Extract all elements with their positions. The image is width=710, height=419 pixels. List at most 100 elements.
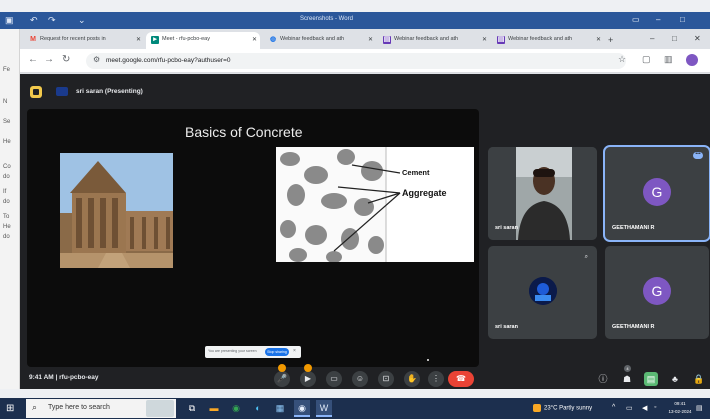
emoji-button[interactable]: ☺ bbox=[352, 371, 368, 387]
tab-gmail[interactable]: M Request for recent posts in ✕ bbox=[24, 32, 144, 49]
participant-tile[interactable]: sri saran bbox=[488, 147, 597, 240]
meet-control-bar: 9:41 AM | rfu-pcbo-eay 🎤 ▶ ▭ ☺ ⊡ ✋ ⋮ ☎ ⓘ… bbox=[20, 364, 710, 389]
edge-icon[interactable]: ◐ bbox=[250, 400, 266, 417]
word-title-bar: ▣ ↶ ↷ ⌄ Screenshots - Word ▭ – □ bbox=[0, 12, 710, 29]
tray-chevron-icon[interactable]: ^ bbox=[612, 404, 615, 411]
weather-widget[interactable]: 23°C Partly sunny bbox=[533, 404, 592, 412]
tab-label: Webinar feedback and ath bbox=[508, 36, 573, 42]
temple-photo bbox=[60, 153, 173, 268]
url-text: meet.google.com/rfu-pcbo-eay?authuser=0 bbox=[106, 57, 231, 64]
new-tab-icon[interactable]: + bbox=[608, 35, 613, 45]
word-nav-item: If bbox=[3, 189, 7, 195]
notification-icon[interactable]: ▤ bbox=[696, 404, 703, 412]
tab-webinar-feedback[interactable]: ◍ Webinar feedback and ath ✕ bbox=[264, 32, 376, 49]
more-options-button[interactable]: ⋮ bbox=[428, 371, 444, 387]
tab-label: Webinar feedback and ath bbox=[280, 36, 345, 42]
task-view-icon[interactable]: ⧉ bbox=[184, 400, 200, 417]
cursor-mark bbox=[427, 359, 429, 361]
presenting-notice-text: You are presenting your screen bbox=[208, 349, 257, 353]
close-icon[interactable]: × bbox=[293, 348, 296, 354]
close-icon[interactable]: ✕ bbox=[136, 36, 141, 43]
forward-icon[interactable]: → bbox=[44, 54, 54, 65]
word-nav-item: He bbox=[3, 139, 11, 145]
volume-icon[interactable]: ◀ bbox=[642, 404, 647, 412]
customize-icon[interactable]: ⌄ bbox=[78, 15, 86, 26]
close-icon[interactable]: ✕ bbox=[694, 34, 701, 43]
stop-sharing-button[interactable]: Stop sharing bbox=[265, 348, 289, 356]
chat-button[interactable]: ▤ bbox=[644, 372, 658, 386]
extensions-icon[interactable]: ▢ bbox=[642, 54, 651, 65]
activities-icon[interactable]: ♣ bbox=[668, 372, 682, 386]
browser-toolbar: ← → ↻ ⚙ meet.google.com/rfu-pcbo-eay?aut… bbox=[20, 49, 710, 73]
tab-webinar-feedback[interactable]: ▤ Webinar feedback and ath ✕ bbox=[378, 32, 490, 49]
word-nav-item: do bbox=[3, 234, 10, 240]
site-info-icon[interactable]: ⚙ bbox=[93, 55, 100, 64]
presenting-notice-bar: You are presenting your screen Stop shar… bbox=[205, 346, 301, 358]
more-options-icon[interactable]: ••• bbox=[693, 152, 703, 159]
system-clock[interactable]: 09:41 13-02-2024 bbox=[668, 400, 692, 416]
participant-tile[interactable]: G GEETHAMANI R bbox=[605, 246, 709, 339]
chrome-active-icon[interactable]: ◉ bbox=[294, 400, 310, 417]
participant-tile[interactable]: ••• G GEETHAMANI R bbox=[603, 145, 710, 242]
redo-icon[interactable]: ↷ bbox=[48, 15, 56, 26]
presenting-icon bbox=[56, 87, 68, 96]
chrome-icon[interactable]: ◉ bbox=[228, 400, 244, 417]
people-button[interactable]: 4 ☗ bbox=[620, 365, 634, 386]
word-nav-pane: Fe N Se He Co do If do To He do bbox=[0, 29, 20, 389]
leave-call-button[interactable]: ☎ bbox=[448, 371, 474, 387]
mic-button[interactable]: 🎤 bbox=[274, 364, 290, 387]
word-window-title: Screenshots - Word bbox=[300, 16, 353, 22]
participant-name: GEETHAMANI R bbox=[612, 225, 655, 231]
maximize-icon[interactable]: □ bbox=[680, 15, 685, 24]
tab-strip: M Request for recent posts in ✕ ▸ Meet -… bbox=[20, 29, 710, 49]
gmail-icon: M bbox=[30, 36, 36, 43]
word-nav-item: Se bbox=[3, 119, 11, 125]
clock-time: 09:41 bbox=[674, 401, 686, 406]
captions-button[interactable]: ▭ bbox=[326, 371, 342, 387]
minimize-icon[interactable]: – bbox=[656, 15, 660, 24]
forms-icon: ▤ bbox=[497, 36, 505, 44]
close-icon[interactable]: ✕ bbox=[596, 36, 601, 43]
info-icon[interactable]: ⓘ bbox=[596, 372, 610, 386]
sidebar-icon[interactable]: ▥ bbox=[664, 54, 673, 65]
avatar bbox=[528, 276, 557, 305]
close-icon[interactable]: ✕ bbox=[368, 36, 373, 43]
pin-icon[interactable]: ⌕ bbox=[585, 254, 588, 261]
bookmark-star-icon[interactable]: ☆ bbox=[618, 54, 626, 65]
windows-taskbar: ⊞ ⌕ Type here to search ⧉ ▬ ◉ ◐ ▦ ◉ W 23… bbox=[0, 398, 710, 419]
back-icon[interactable]: ← bbox=[28, 54, 38, 65]
participant-tile[interactable]: ⌕ sri saran bbox=[488, 246, 597, 339]
avatar: G bbox=[643, 177, 671, 206]
host-controls-icon[interactable]: 🔒 bbox=[692, 372, 706, 386]
search-highlight-image bbox=[146, 400, 174, 417]
undo-icon[interactable]: ↶ bbox=[30, 15, 38, 26]
profile-avatar[interactable] bbox=[686, 54, 698, 66]
meet-logo-icon bbox=[30, 86, 42, 98]
search-icon: ⌕ bbox=[32, 402, 38, 412]
concrete-diagram: Cement Aggregate bbox=[276, 147, 474, 262]
language-icon[interactable]: ◦ bbox=[654, 404, 656, 411]
camera-button[interactable]: ▶ bbox=[300, 364, 316, 387]
store-icon[interactable]: ▦ bbox=[272, 400, 288, 417]
word-icon[interactable]: W bbox=[316, 400, 332, 417]
meeting-code: rfu-pcbo-eay bbox=[59, 374, 99, 381]
reload-icon[interactable]: ↻ bbox=[62, 54, 70, 65]
windows-start-icon[interactable]: ⊞ bbox=[6, 403, 14, 414]
ribbon-options-icon[interactable]: ▭ bbox=[632, 15, 640, 24]
word-nav-item: do bbox=[3, 174, 10, 180]
network-icon[interactable]: ▭ bbox=[626, 404, 633, 412]
maximize-icon[interactable]: □ bbox=[672, 34, 677, 43]
close-icon[interactable]: ✕ bbox=[482, 36, 487, 43]
raise-hand-button[interactable]: ✋ bbox=[404, 371, 420, 387]
tab-label: Request for recent posts in bbox=[40, 36, 106, 42]
file-explorer-icon[interactable]: ▬ bbox=[206, 400, 222, 417]
tab-meet[interactable]: ▸ Meet - rfu-pcbo-eay ✕ bbox=[146, 32, 260, 49]
tab-webinar-feedback[interactable]: ▤ Webinar feedback and ath ✕ bbox=[492, 32, 604, 49]
close-icon[interactable]: ✕ bbox=[252, 36, 257, 43]
present-button[interactable]: ⊡ bbox=[378, 371, 394, 387]
meet-app: sri saran (Presenting) Basics of Concret… bbox=[20, 74, 710, 389]
address-bar[interactable]: ⚙ meet.google.com/rfu-pcbo-eay?authuser=… bbox=[86, 53, 626, 69]
minimize-icon[interactable]: – bbox=[650, 34, 654, 43]
taskbar-search-box[interactable]: ⌕ Type here to search bbox=[26, 399, 176, 418]
forms-icon: ▤ bbox=[383, 36, 391, 44]
